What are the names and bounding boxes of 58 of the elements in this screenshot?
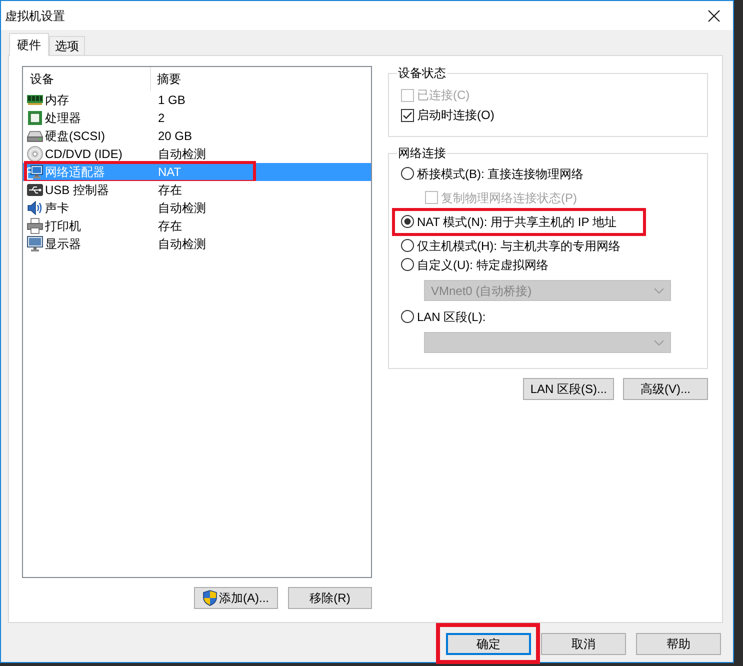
device-summary: 20 GB xyxy=(157,128,192,144)
device-name: USB 控制器 xyxy=(45,182,110,198)
tab[interactable]: 选项 xyxy=(49,36,85,55)
disc-icon xyxy=(27,146,43,162)
tab[interactable]: 硬件 xyxy=(9,33,49,56)
radio-label: LAN 区段(L): xyxy=(417,308,486,324)
chevron-down-icon xyxy=(654,340,664,346)
device-summary: 自动检测 xyxy=(157,146,206,162)
checkbox-label: 启动时连接(O) xyxy=(417,107,494,123)
radio-label: 桥接模式(B): 直接连接物理网络 xyxy=(417,166,584,182)
hard-drive-icon xyxy=(27,130,43,142)
list-action-button[interactable]: 移除(R) xyxy=(288,587,372,609)
device-name: 显示器 xyxy=(45,236,81,252)
device-summary: NAT xyxy=(157,164,182,180)
device-name: 内存 xyxy=(45,92,69,108)
group-title: 设备状态 xyxy=(397,66,447,80)
device-summary: 自动检测 xyxy=(157,236,206,252)
network-settings-button[interactable]: 高级(V)... xyxy=(623,378,708,400)
device-summary: 2 xyxy=(157,110,165,126)
monitor-icon xyxy=(27,236,43,252)
memory-module-icon xyxy=(27,95,43,105)
device-name: 声卡 xyxy=(45,200,69,216)
dialog-button[interactable]: 帮助 xyxy=(636,633,721,655)
group-title: 网络连接 xyxy=(397,146,447,160)
list-action-button[interactable]: 添加(A)... xyxy=(194,587,278,609)
device-name: 硬盘(SCSI) xyxy=(45,128,105,144)
radio-button[interactable] xyxy=(401,310,414,323)
checkbox-label: 复制物理网络连接状态(P) xyxy=(441,190,577,206)
checkbox-label: 已连接(C) xyxy=(417,87,470,103)
close-icon[interactable] xyxy=(708,10,720,22)
column-header[interactable]: 摘要 xyxy=(151,67,371,91)
device-name: 打印机 xyxy=(45,218,81,234)
radio-button[interactable] xyxy=(401,167,414,180)
network-adapter-icon xyxy=(27,164,43,180)
radio-button[interactable] xyxy=(401,258,414,271)
radio-label: 仅主机模式(H): 与主机共享的专用网络 xyxy=(417,238,620,254)
device-summary: 存在 xyxy=(157,182,182,198)
speaker-icon xyxy=(27,200,43,216)
radio-label: NAT 模式(N): 用于共享主机的 IP 地址 xyxy=(417,214,616,230)
dialog-button[interactable]: 确定 xyxy=(446,633,531,655)
radio-label: 自定义(U): 特定虚拟网络 xyxy=(417,256,548,272)
chevron-down-icon xyxy=(654,288,664,294)
chip-icon xyxy=(28,111,42,125)
radio-button[interactable] xyxy=(401,239,414,252)
device-summary: 存在 xyxy=(157,218,182,234)
usb-icon xyxy=(27,184,43,196)
network-settings-button[interactable]: LAN 区段(S)... xyxy=(523,378,614,400)
radio-button[interactable] xyxy=(401,215,414,228)
shield-icon xyxy=(203,590,217,606)
window-title: 虚拟机设置 xyxy=(5,8,65,24)
device-name: 处理器 xyxy=(45,110,81,126)
dialog-button[interactable]: 取消 xyxy=(541,633,626,655)
device-summary: 自动检测 xyxy=(157,200,206,216)
device-name: 网络适配器 xyxy=(45,164,105,180)
printer-icon xyxy=(27,218,43,234)
device-name: CD/DVD (IDE) xyxy=(45,146,122,162)
device-summary: 1 GB xyxy=(157,92,186,108)
checkbox[interactable] xyxy=(401,108,414,122)
